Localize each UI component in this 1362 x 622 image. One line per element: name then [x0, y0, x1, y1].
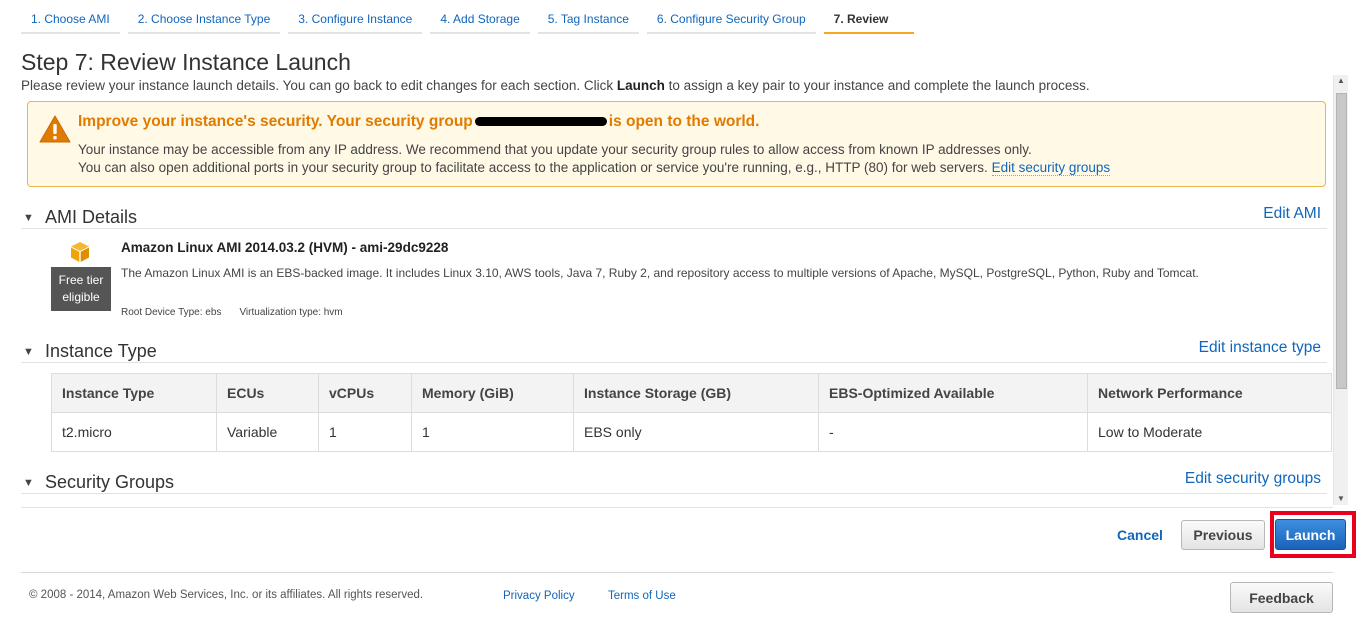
footer-divider — [21, 572, 1333, 573]
warning-line-2: You can also open additional ports in yo… — [78, 160, 1111, 176]
amazon-cube-icon — [71, 242, 89, 262]
warning-title-end: is open to the world. — [608, 113, 760, 130]
ami-name: Amazon Linux AMI 2014.03.2 (HVM) - ami-2… — [121, 240, 449, 255]
page-title: Step 7: Review Instance Launch — [21, 49, 351, 75]
step-review[interactable]: 7. Review — [823, 6, 915, 34]
root-device-type: Root Device Type: ebs — [121, 307, 222, 318]
column-header: vCPUs — [318, 373, 412, 413]
collapse-triangle-icon[interactable]: ▼ — [23, 212, 34, 224]
launch-button[interactable]: Launch — [1275, 519, 1346, 550]
instance-type-header[interactable]: ▼ Instance Type Edit instance type — [21, 339, 1327, 363]
warning-triangle-icon — [39, 115, 71, 143]
cancel-button[interactable]: Cancel — [1117, 527, 1163, 543]
step-add-storage[interactable]: 4. Add Storage — [430, 6, 530, 34]
column-header: EBS-Optimized Available — [818, 373, 1088, 413]
page-subtitle: Please review your instance launch detai… — [21, 78, 1090, 93]
ami-details-header[interactable]: ▼ AMI Details Edit AMI — [21, 205, 1327, 229]
scroll-up-icon[interactable]: ▲ — [1337, 76, 1345, 85]
instance-type-title: Instance Type — [45, 341, 157, 361]
table-cell: Low to Moderate — [1087, 412, 1332, 452]
table-cell: 1 — [411, 412, 574, 452]
column-header: Memory (GiB) — [411, 373, 574, 413]
ami-details-title: AMI Details — [45, 207, 138, 227]
terms-of-use-link[interactable]: Terms of Use — [608, 590, 676, 602]
warning-title-start: Improve your instance's security. Your s… — [78, 113, 473, 130]
step-configure-instance[interactable]: 3. Configure Instance — [288, 6, 423, 34]
column-header: Instance Type — [51, 373, 217, 413]
warning-line-1: Your instance may be accessible from any… — [78, 142, 1032, 157]
collapse-triangle-icon[interactable]: ▼ — [23, 346, 34, 358]
ami-description: The Amazon Linux AMI is an EBS-backed im… — [121, 266, 1199, 280]
feedback-button[interactable]: Feedback — [1230, 582, 1333, 613]
table-cell: - — [818, 412, 1088, 452]
security-groups-header[interactable]: ▼ Security Groups Edit security groups — [21, 470, 1327, 494]
table-cell: 1 — [318, 412, 412, 452]
copyright-text: © 2008 - 2014, Amazon Web Services, Inc.… — [29, 589, 424, 601]
column-header: ECUs — [216, 373, 319, 413]
collapse-triangle-icon[interactable]: ▼ — [23, 477, 34, 489]
step-choose-ami[interactable]: 1. Choose AMI — [21, 6, 120, 34]
step-choose-instance-type[interactable]: 2. Choose Instance Type — [127, 6, 281, 34]
edit-security-groups-link[interactable]: Edit security groups — [1185, 470, 1321, 488]
redacted-group-name — [474, 117, 607, 127]
subtitle-launch-bold: Launch — [616, 78, 665, 93]
ami-logo: Free tier eligible — [51, 239, 111, 311]
free-tier-badge: Free tier eligible — [51, 267, 111, 311]
privacy-policy-link[interactable]: Privacy Policy — [503, 590, 575, 602]
review-panel: Improve your instance's security. Your s… — [21, 101, 1348, 505]
column-header: Network Performance — [1087, 373, 1332, 413]
security-warning-box: Improve your instance's security. Your s… — [27, 101, 1326, 187]
edit-instance-type-link[interactable]: Edit instance type — [1199, 339, 1321, 357]
table-header-row: Instance Type ECUs vCPUs Memory (GiB) In… — [51, 373, 1332, 413]
security-groups-title: Security Groups — [45, 472, 175, 492]
actions-divider — [21, 507, 1333, 508]
previous-button[interactable]: Previous — [1181, 520, 1265, 550]
table-cell: Variable — [216, 412, 319, 452]
step-configure-security-group[interactable]: 6. Configure Security Group — [646, 6, 816, 34]
warning-line-2-text: You can also open additional ports in yo… — [78, 160, 988, 175]
ami-meta: Root Device Type: ebs Virtualization type… — [121, 307, 343, 318]
instance-type-table: Instance Type ECUs vCPUs Memory (GiB) In… — [51, 373, 1332, 452]
step-tag-instance[interactable]: 5. Tag Instance — [537, 6, 639, 34]
table-cell: t2.micro — [51, 412, 217, 452]
warning-title: Improve your instance's security. Your s… — [78, 113, 759, 131]
wizard-steps: 1. Choose AMI 2. Choose Instance Type 3.… — [21, 6, 915, 34]
table-cell: EBS only — [573, 412, 819, 452]
column-header: Instance Storage (GB) — [573, 373, 819, 413]
warning-edit-security-groups-link[interactable]: Edit security groups — [991, 160, 1111, 176]
table-row: t2.micro Variable 1 1 EBS only - Low to … — [51, 412, 1332, 452]
virtualization-type: Virtualization type: hvm — [239, 307, 343, 318]
subtitle-text-start: Please review your instance launch detai… — [21, 78, 617, 93]
edit-ami-link[interactable]: Edit AMI — [1263, 205, 1321, 223]
subtitle-text-end: to assign a key pair to your instance an… — [664, 78, 1090, 93]
